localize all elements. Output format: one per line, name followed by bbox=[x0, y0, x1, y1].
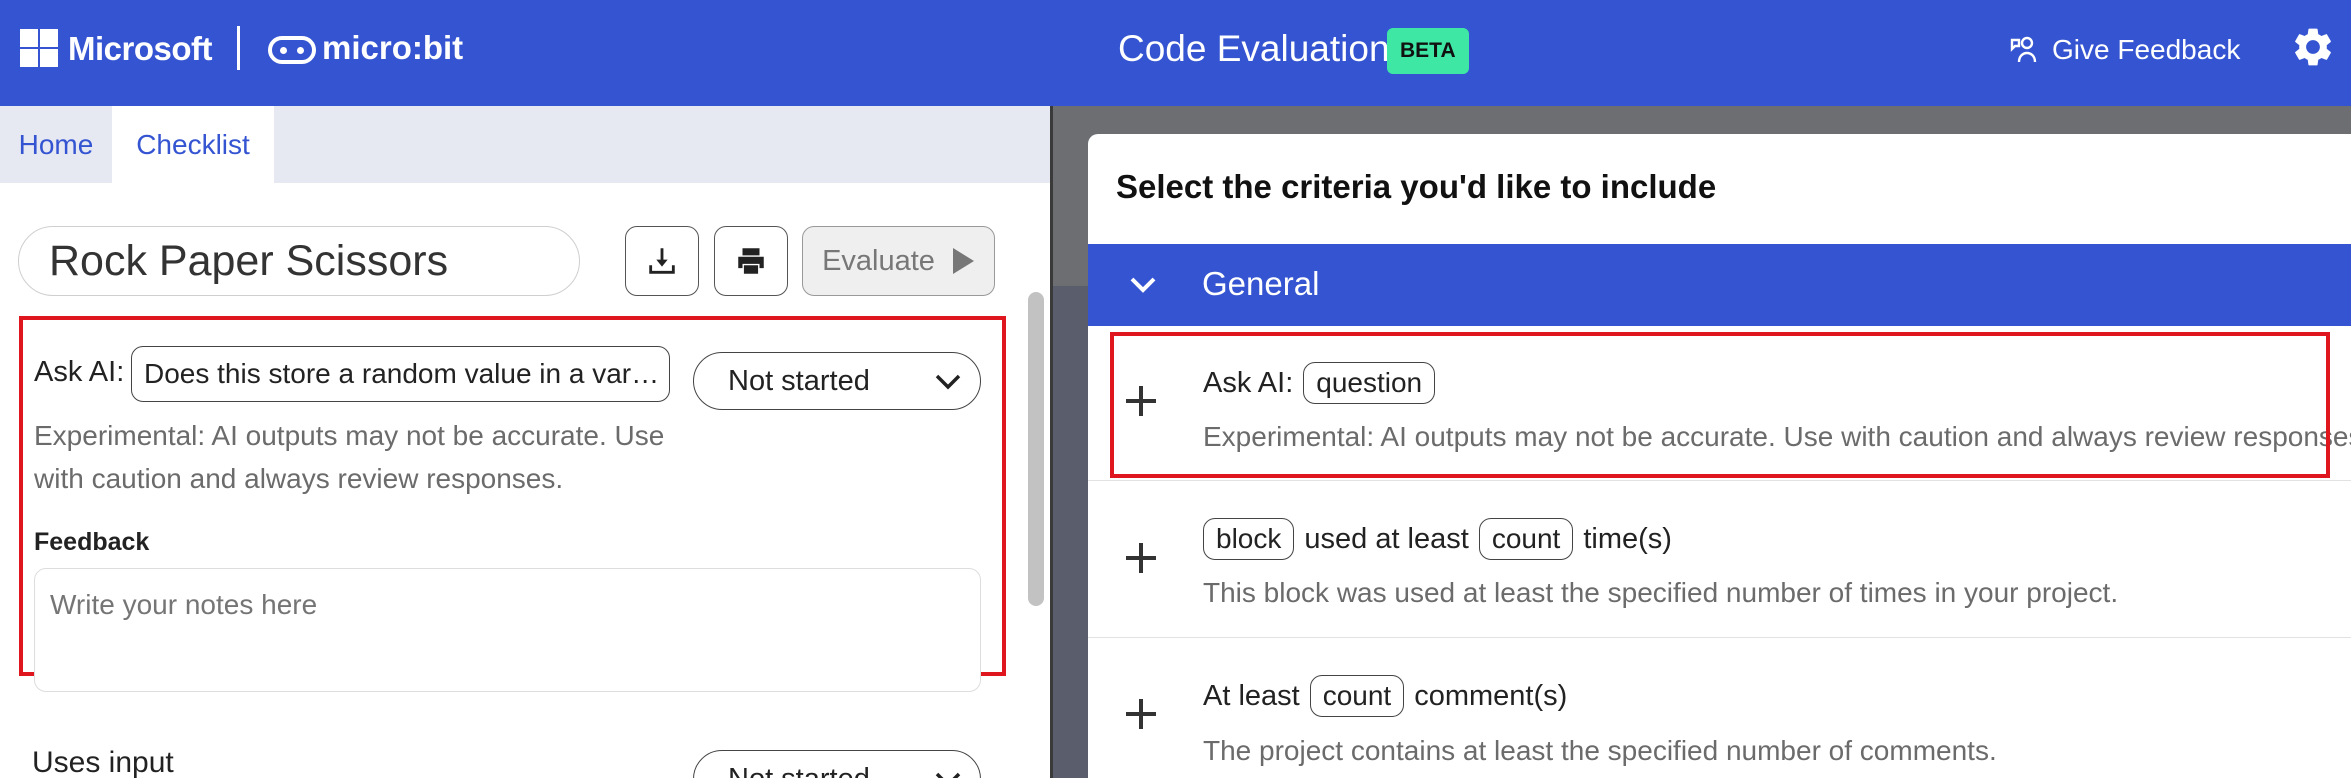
feedback-notes-input[interactable] bbox=[34, 568, 981, 692]
chevron-down-icon bbox=[935, 772, 961, 778]
dialog-title: Select the criteria you'd like to includ… bbox=[1116, 168, 1717, 205]
option-prefix: At least bbox=[1203, 679, 1300, 712]
status-value: Not started bbox=[728, 365, 870, 397]
status-value: Not started bbox=[728, 763, 870, 778]
give-feedback-button[interactable]: Give Feedback bbox=[2008, 28, 2240, 72]
option-description: This block was used at least the specifi… bbox=[1203, 577, 2119, 608]
beta-badge: BETA bbox=[1387, 28, 1469, 74]
scrollbar-thumb[interactable] bbox=[1028, 292, 1044, 606]
param-pill: block bbox=[1203, 518, 1295, 560]
download-button[interactable] bbox=[625, 226, 699, 296]
settings-gear-icon[interactable] bbox=[2290, 24, 2336, 70]
tab-bar: Home Checklist bbox=[0, 106, 1050, 183]
status-select[interactable]: Not started bbox=[693, 352, 981, 410]
category-header-general[interactable]: General bbox=[1088, 244, 2351, 326]
param-pill: count bbox=[1309, 675, 1405, 717]
experimental-note: Experimental: AI outputs may not be accu… bbox=[34, 420, 665, 494]
param-pill: count bbox=[1478, 518, 1574, 560]
download-icon bbox=[649, 248, 675, 274]
option-suffix: comment(s) bbox=[1414, 679, 1568, 712]
checklist-title-input[interactable]: Rock Paper Scissors bbox=[18, 226, 580, 296]
ask-ai-prefix: Ask AI: bbox=[34, 356, 125, 388]
print-button[interactable] bbox=[714, 226, 788, 296]
ask-ai-question-input[interactable]: Does this store a random value in a var… bbox=[131, 346, 670, 402]
scrollbar[interactable] bbox=[1026, 186, 1046, 778]
chevron-down-icon bbox=[935, 374, 961, 390]
app-title: Code Evaluation bbox=[1118, 28, 1390, 69]
status-select[interactable]: Not started bbox=[693, 750, 981, 778]
feedback-icon bbox=[2010, 36, 2037, 63]
criteria-option-comments[interactable]: At least count comment(s) The project co… bbox=[1088, 638, 2351, 778]
criteria-option-title: At least count comment(s) bbox=[1203, 675, 1567, 717]
microsoft-logo-icon bbox=[20, 29, 58, 67]
header-divider bbox=[237, 26, 240, 70]
tab-home[interactable]: Home bbox=[0, 106, 112, 183]
tab-checklist[interactable]: Checklist bbox=[112, 106, 274, 183]
play-icon bbox=[952, 248, 974, 274]
app-header: Microsoft micro:bit Code Evaluation BETA… bbox=[0, 0, 2351, 106]
add-icon[interactable] bbox=[1126, 543, 1156, 573]
criteria-option-title: block used at least count time(s) bbox=[1203, 518, 1672, 560]
chevron-down-icon bbox=[1130, 277, 1156, 293]
print-icon bbox=[738, 248, 764, 274]
option-text: used at least bbox=[1304, 522, 1469, 555]
give-feedback-label: Give Feedback bbox=[2052, 34, 2241, 65]
category-title: General bbox=[1202, 265, 1320, 302]
microbit-logo-icon bbox=[268, 36, 316, 64]
microbit-brand: micro:bit bbox=[322, 29, 464, 66]
evaluate-label: Evaluate bbox=[822, 244, 935, 277]
criterion-label: Uses input bbox=[32, 746, 174, 778]
option-description: The project contains at least the specif… bbox=[1203, 735, 1997, 766]
criteria-option-block-used[interactable]: block used at least count time(s) This b… bbox=[1088, 481, 2351, 638]
feedback-label: Feedback bbox=[34, 528, 150, 556]
microsoft-brand: Microsoft bbox=[68, 30, 213, 67]
add-icon[interactable] bbox=[1126, 699, 1156, 729]
evaluate-button[interactable]: Evaluate bbox=[802, 226, 995, 296]
option-suffix: time(s) bbox=[1583, 522, 1672, 555]
criteria-option-highlight bbox=[1110, 332, 2330, 478]
